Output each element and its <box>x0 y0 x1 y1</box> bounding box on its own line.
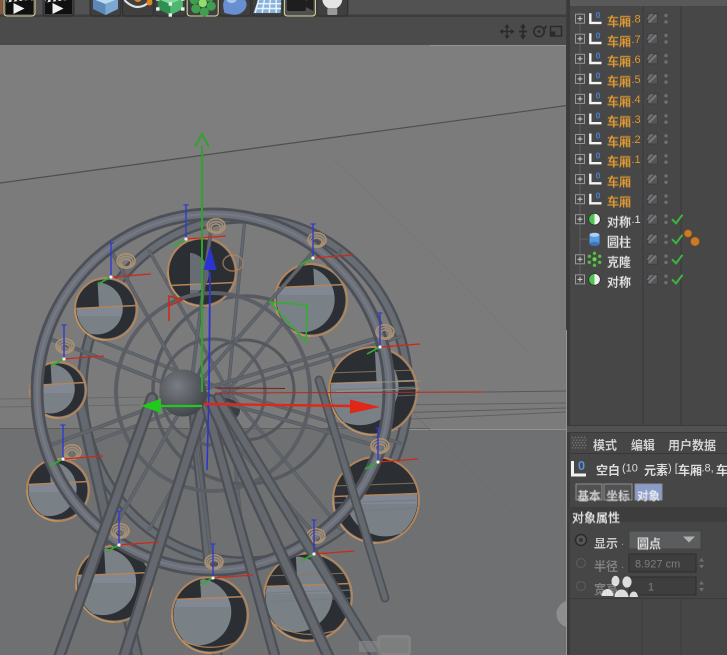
svg-text:0: 0 <box>596 70 601 80</box>
svg-text:.: . <box>621 559 624 571</box>
svg-text:0: 0 <box>596 151 601 161</box>
svg-text:.7: .7 <box>632 34 641 46</box>
svg-text:1: 1 <box>648 582 654 594</box>
svg-text:0: 0 <box>596 10 601 20</box>
svg-text:8.927 cm: 8.927 cm <box>635 559 680 571</box>
svg-text:0: 0 <box>596 191 601 201</box>
svg-text:(10: (10 <box>622 463 638 475</box>
svg-text:0: 0 <box>596 110 601 120</box>
svg-text:.4: .4 <box>632 94 641 106</box>
svg-text:0: 0 <box>596 171 601 181</box>
svg-text:) [: ) [ <box>668 463 678 475</box>
svg-text:.8,: .8, <box>702 463 714 475</box>
svg-text:.1: .1 <box>632 154 641 166</box>
svg-text:0: 0 <box>578 458 585 473</box>
svg-text:.5: .5 <box>632 74 641 86</box>
svg-text:0: 0 <box>596 30 601 40</box>
svg-text:.6: .6 <box>632 54 641 66</box>
svg-text:0: 0 <box>596 50 601 60</box>
svg-text:.8: .8 <box>632 14 641 26</box>
svg-text:.2: .2 <box>632 134 641 146</box>
svg-text:.3: .3 <box>632 114 641 126</box>
svg-text:0: 0 <box>596 90 601 100</box>
svg-text:.1: .1 <box>632 214 641 226</box>
svg-text:0: 0 <box>596 131 601 141</box>
svg-text:.: . <box>621 536 624 548</box>
